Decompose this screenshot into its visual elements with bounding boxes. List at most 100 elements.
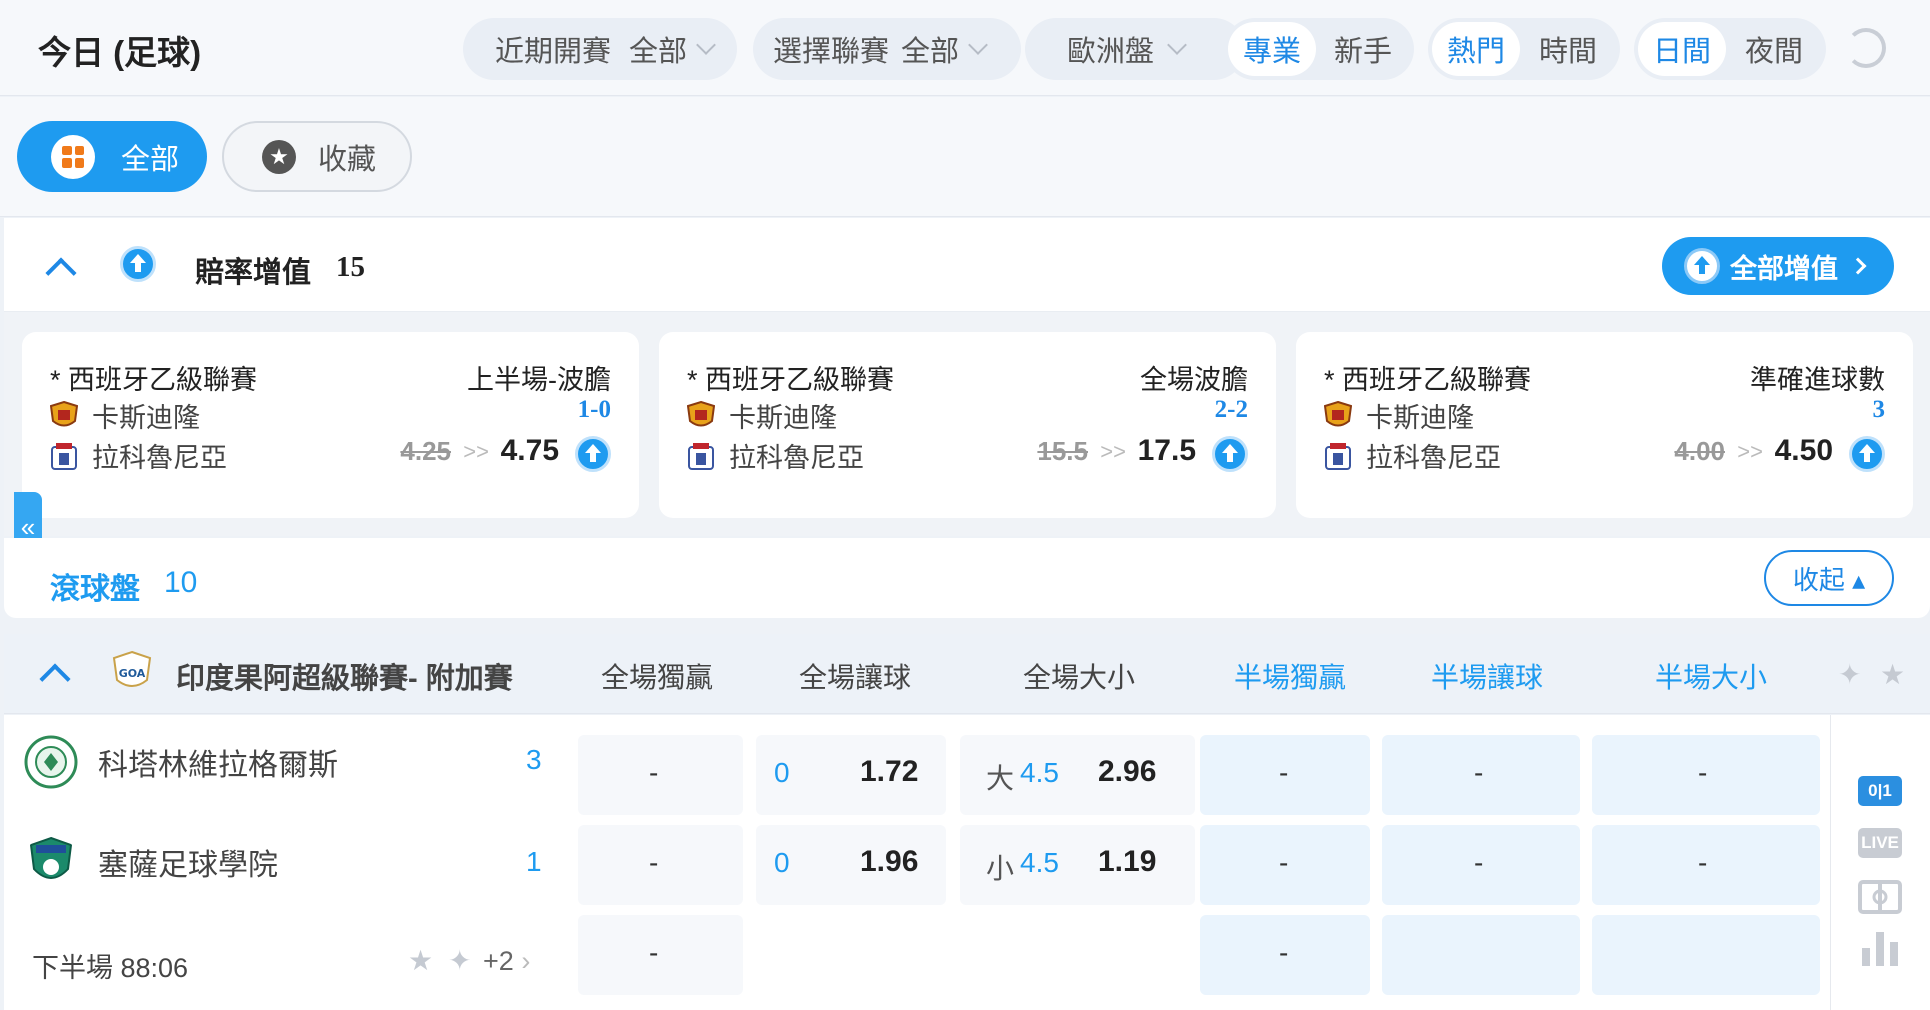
team-crest-icon: [687, 400, 715, 426]
scoreboard-icon[interactable]: 0|1: [1858, 776, 1902, 806]
filter-favorites-button[interactable]: ★ 收藏: [222, 121, 412, 192]
col-header-ft-1x2: 全場獨贏: [600, 662, 713, 693]
away-ou-side: 小: [986, 853, 1015, 884]
mode-toggle: 專業 新手: [1224, 18, 1414, 80]
theme-night-option[interactable]: 夜間: [1726, 22, 1822, 76]
star-icon[interactable]: ★: [408, 944, 433, 977]
cell-bg: [578, 825, 743, 905]
filter-all-label: 全部: [121, 143, 180, 176]
boost-card-market: 準確進球數: [1750, 365, 1885, 395]
team-crest-icon: [51, 442, 77, 470]
sort-time-option[interactable]: 時間: [1520, 22, 1616, 76]
boost-card[interactable]: * 西班牙乙級聯賽 全場波膽 2-2 卡斯迪隆 拉科魯尼亞 15.5 >> 17…: [659, 332, 1276, 518]
home-ml-odds[interactable]: -: [649, 757, 658, 789]
col-header-ht-1x2[interactable]: 半場獨贏: [1215, 656, 1365, 696]
home-ht-handicap-odds[interactable]: -: [1474, 757, 1483, 789]
star-icon[interactable]: ★: [1880, 658, 1905, 691]
star-icon: ★: [262, 139, 296, 174]
filter-all-button[interactable]: 全部: [17, 121, 207, 192]
boost-up-icon: [1684, 248, 1720, 284]
away-handicap-line: 0: [774, 847, 790, 878]
live-count: 10: [164, 566, 198, 599]
sort-toggle: 熱門 時間: [1428, 18, 1620, 80]
boost-up-icon: [1849, 436, 1885, 472]
odds-type-dropdown[interactable]: 歐洲盤: [1025, 18, 1245, 80]
refresh-icon[interactable]: [1846, 28, 1886, 68]
mode-pro-option[interactable]: 專業: [1228, 22, 1316, 76]
away-ou-line: 4.5: [1020, 847, 1059, 878]
chevron-right-icon: [1849, 257, 1867, 275]
pin-icon[interactable]: ✦: [1838, 658, 1861, 691]
sort-hot-option[interactable]: 熱門: [1432, 22, 1520, 76]
live-title: 滾球盤: [50, 573, 140, 606]
boost-card-new-odds: 4.75: [500, 434, 559, 467]
boost-card[interactable]: * 西班牙乙級聯賽 上半場-波膽 1-0 卡斯迪隆 拉科魯尼亞 4.25 >> …: [22, 332, 639, 518]
boost-card-arrow: >>: [1100, 439, 1126, 464]
svg-text:GOA: GOA: [119, 667, 146, 680]
cell-bg: [1592, 915, 1820, 995]
chevron-down-icon: [1167, 35, 1187, 55]
boost-up-icon: [1212, 436, 1248, 472]
boost-card-league: * 西班牙乙級聯賽: [1324, 365, 1532, 395]
draw-ht-ml-odds[interactable]: -: [1279, 937, 1288, 969]
league-dropdown[interactable]: 選擇聯賽 全部: [753, 18, 1021, 80]
home-ou-odds[interactable]: 2.96: [1098, 755, 1156, 789]
boost-card-away: 拉科魯尼亞: [1324, 436, 1501, 475]
team-crest-icon: [1325, 442, 1351, 470]
boost-card-new-odds: 17.5: [1137, 434, 1196, 467]
pitch-icon[interactable]: [1858, 880, 1902, 914]
live-stream-icon[interactable]: LIVE: [1858, 828, 1902, 858]
team-crest-icon: [50, 400, 78, 426]
boost-card[interactable]: * 西班牙乙級聯賽 準確進球數 3 卡斯迪隆 拉科魯尼亞 4.00 >> 4.5…: [1296, 332, 1913, 518]
boost-card-arrow: >>: [1737, 439, 1763, 464]
away-handicap-odds[interactable]: 1.96: [860, 845, 918, 879]
boost-card-home: 卡斯迪隆: [1324, 396, 1474, 435]
away-ht-ml-odds[interactable]: -: [1279, 847, 1288, 879]
league-value: 全部: [901, 36, 960, 68]
theme-day-option[interactable]: 日間: [1638, 22, 1726, 76]
collapse-button[interactable]: 收起 ▴: [1764, 550, 1894, 606]
col-header-ht-handicap[interactable]: 半場讓球: [1412, 656, 1562, 696]
more-markets-link[interactable]: +2 ›: [483, 946, 530, 977]
recent-dropdown[interactable]: 近期開賽 全部: [463, 18, 737, 80]
theme-toggle: 日間 夜間: [1634, 18, 1826, 80]
home-ou-line: 4.5: [1020, 757, 1059, 788]
boost-card-home-name: 卡斯迪隆: [729, 403, 837, 433]
team-crest-icon: [688, 442, 714, 470]
boost-card-market: 上半場-波膽: [467, 365, 611, 395]
boost-count: 15: [336, 251, 365, 283]
boost-card-old-odds: 4.00: [1674, 436, 1725, 466]
home-ht-ml-odds[interactable]: -: [1279, 757, 1288, 789]
grid-icon: [51, 134, 95, 179]
page-title: 今日 (足球): [38, 34, 202, 71]
stats-chart-icon[interactable]: [1860, 928, 1900, 968]
boost-card-old-odds: 4.25: [400, 436, 451, 466]
team-crest-icon: [1324, 400, 1352, 426]
col-header-ft-handicap: 全場讓球: [798, 662, 911, 693]
home-handicap-line: 0: [774, 757, 790, 788]
home-handicap-odds[interactable]: 1.72: [860, 755, 918, 789]
mode-novice-option[interactable]: 新手: [1316, 22, 1410, 76]
home-team: 科塔林維拉格爾斯: [24, 735, 338, 789]
boost-card-league: * 西班牙乙級聯賽: [50, 365, 258, 395]
away-ht-handicap-odds[interactable]: -: [1474, 847, 1483, 879]
chevron-right-icon: ›: [521, 946, 531, 976]
boost-all-button[interactable]: 全部增值: [1662, 237, 1894, 295]
filter-favorites-label: 收藏: [318, 143, 377, 176]
live-header: [4, 538, 1930, 618]
away-ml-odds[interactable]: -: [649, 847, 658, 879]
pin-icon[interactable]: ✦: [448, 944, 471, 977]
cell-bg: [1382, 915, 1580, 995]
away-ht-ou-odds[interactable]: -: [1698, 847, 1707, 879]
col-header-ht-ou[interactable]: 半場大小: [1636, 656, 1786, 696]
boost-card-away-name: 拉科魯尼亞: [729, 443, 864, 473]
draw-ml-odds[interactable]: -: [649, 937, 658, 969]
boost-card-old-odds: 15.5: [1037, 436, 1088, 466]
league-label: 選擇聯賽: [773, 36, 890, 68]
away-team-name: 塞薩足球學院: [98, 849, 278, 882]
cell-bg: [578, 735, 743, 815]
home-ht-ou-odds[interactable]: -: [1698, 757, 1707, 789]
away-ou-odds[interactable]: 1.19: [1098, 845, 1156, 879]
boost-card-away-name: 拉科魯尼亞: [92, 443, 227, 473]
odds-type-value: 歐洲盤: [1067, 36, 1155, 68]
